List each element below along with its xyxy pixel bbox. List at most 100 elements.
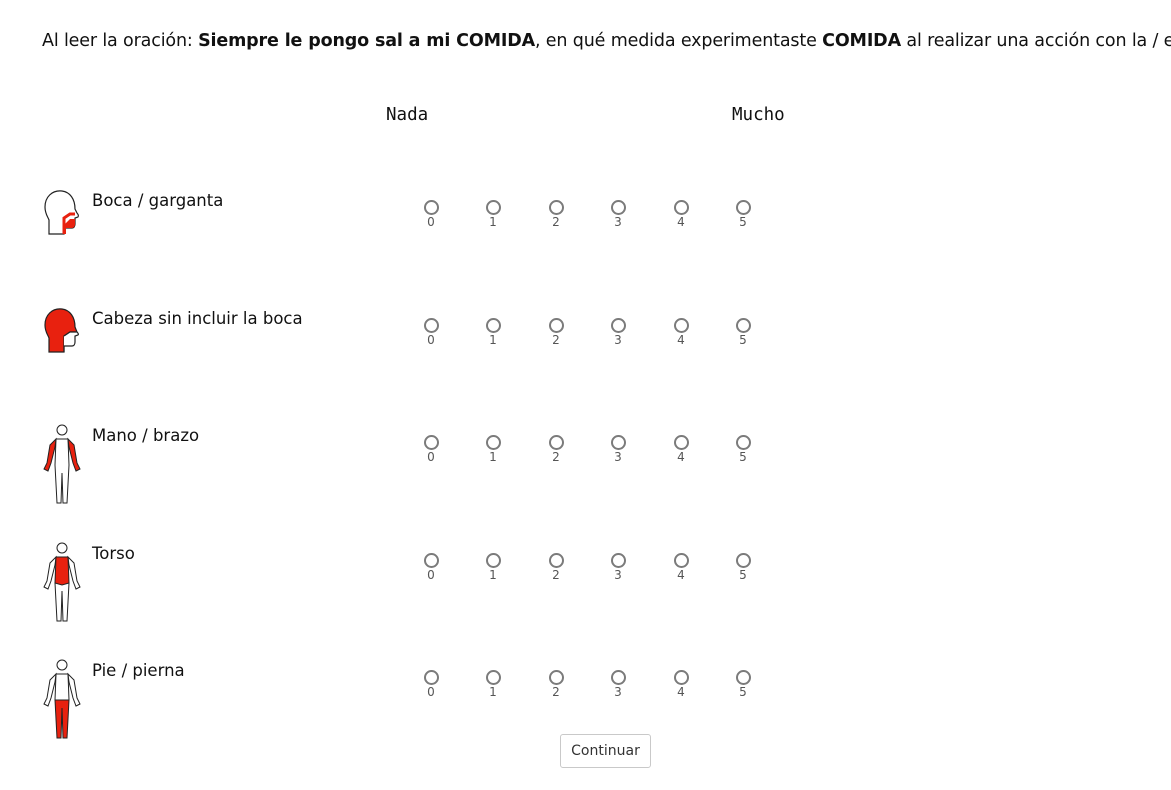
option-number: 5 (739, 215, 747, 229)
option-number: 2 (552, 333, 560, 347)
question-sentence: Siempre le pongo sal a mi COMIDA (198, 31, 535, 51)
option-number: 4 (677, 685, 685, 699)
radio-button[interactable] (673, 318, 689, 333)
radio-button[interactable] (548, 200, 564, 215)
option-0[interactable]: 0 (416, 318, 446, 346)
radio-button[interactable] (485, 553, 501, 568)
option-number: 3 (614, 450, 622, 464)
radio-button[interactable] (423, 318, 439, 333)
option-number: 4 (677, 333, 685, 347)
option-3[interactable]: 3 (603, 670, 633, 698)
radio-button[interactable] (423, 670, 439, 685)
radio-button[interactable] (485, 200, 501, 215)
option-number: 3 (614, 685, 622, 699)
radio-button[interactable] (735, 553, 751, 568)
option-4[interactable]: 4 (666, 200, 696, 228)
radio-button[interactable] (548, 670, 564, 685)
question-suffix: al realizar una acción con la / el... (900, 31, 1171, 51)
option-3[interactable]: 3 (603, 435, 633, 463)
radio-button[interactable] (485, 670, 501, 685)
option-3[interactable]: 3 (603, 553, 633, 581)
option-4[interactable]: 4 (666, 670, 696, 698)
option-0[interactable]: 0 (416, 670, 446, 698)
radio-button[interactable] (673, 553, 689, 568)
radio-button[interactable] (423, 200, 439, 215)
option-number: 2 (552, 215, 560, 229)
option-2[interactable]: 2 (541, 435, 571, 463)
option-0[interactable]: 0 (416, 435, 446, 463)
option-0[interactable]: 0 (416, 200, 446, 228)
radio-button[interactable] (548, 435, 564, 450)
option-4[interactable]: 4 (666, 318, 696, 346)
scale-right-anchor: Mucho (732, 105, 785, 125)
question-middle: , en qué medida experimentaste (534, 31, 823, 51)
radio-button[interactable] (673, 435, 689, 450)
radio-button[interactable] (735, 318, 751, 333)
option-1[interactable]: 1 (478, 670, 508, 698)
radio-button[interactable] (735, 200, 751, 215)
option-3[interactable]: 3 (603, 200, 633, 228)
option-number: 5 (739, 568, 747, 582)
option-1[interactable]: 1 (478, 200, 508, 228)
option-5[interactable]: 5 (728, 200, 758, 228)
option-1[interactable]: 1 (478, 318, 508, 346)
head-icon (40, 306, 84, 356)
radio-button[interactable] (610, 670, 626, 685)
option-number: 3 (614, 215, 622, 229)
question-prefix: Al leer la oración: (42, 31, 199, 51)
option-number: 2 (552, 450, 560, 464)
option-1[interactable]: 1 (478, 435, 508, 463)
radio-button[interactable] (610, 200, 626, 215)
radio-button[interactable] (610, 553, 626, 568)
option-5[interactable]: 5 (728, 553, 758, 581)
row-label-foot-leg: Pie / pierna (92, 661, 185, 680)
torso-body-icon (40, 541, 84, 625)
radio-button[interactable] (548, 553, 564, 568)
option-0[interactable]: 0 (416, 553, 446, 581)
option-number: 5 (739, 450, 747, 464)
radio-button[interactable] (423, 553, 439, 568)
row-label-torso: Torso (92, 544, 135, 563)
radio-button[interactable] (485, 435, 501, 450)
option-number: 4 (677, 568, 685, 582)
option-number: 3 (614, 333, 622, 347)
hand-arm-body-icon (40, 423, 84, 507)
radio-button[interactable] (735, 670, 751, 685)
radio-button[interactable] (485, 318, 501, 333)
option-5[interactable]: 5 (728, 318, 758, 346)
option-number: 1 (489, 333, 497, 347)
rating-row-torso: Torso 0 1 2 3 4 5 (0, 542, 1171, 653)
option-2[interactable]: 2 (541, 318, 571, 346)
option-4[interactable]: 4 (666, 553, 696, 581)
radio-button[interactable] (610, 435, 626, 450)
option-number: 5 (739, 685, 747, 699)
rating-row-hand-arm: Mano / brazo 0 1 2 3 4 5 (0, 424, 1171, 535)
rating-row-head: Cabeza sin incluir la boca 0 1 2 3 4 5 (0, 308, 1171, 418)
option-number: 2 (552, 568, 560, 582)
radio-button[interactable] (673, 670, 689, 685)
question-target-word: COMIDA (822, 31, 901, 51)
option-number: 2 (552, 685, 560, 699)
option-4[interactable]: 4 (666, 435, 696, 463)
radio-button[interactable] (673, 200, 689, 215)
foot-leg-body-icon (40, 658, 84, 742)
option-1[interactable]: 1 (478, 553, 508, 581)
option-2[interactable]: 2 (541, 200, 571, 228)
option-5[interactable]: 5 (728, 435, 758, 463)
option-number: 0 (427, 333, 435, 347)
option-3[interactable]: 3 (603, 318, 633, 346)
option-2[interactable]: 2 (541, 670, 571, 698)
option-2[interactable]: 2 (541, 553, 571, 581)
row-label-hand-arm: Mano / brazo (92, 426, 200, 445)
option-5[interactable]: 5 (728, 670, 758, 698)
option-number: 4 (677, 215, 685, 229)
option-number: 0 (427, 685, 435, 699)
option-number: 0 (427, 450, 435, 464)
question-text: Al leer la oración: Siempre le pongo sal… (42, 28, 1171, 54)
radio-button[interactable] (735, 435, 751, 450)
continue-button[interactable]: Continuar (560, 734, 651, 768)
radio-button[interactable] (423, 435, 439, 450)
radio-button[interactable] (610, 318, 626, 333)
option-number: 4 (677, 450, 685, 464)
radio-button[interactable] (548, 318, 564, 333)
